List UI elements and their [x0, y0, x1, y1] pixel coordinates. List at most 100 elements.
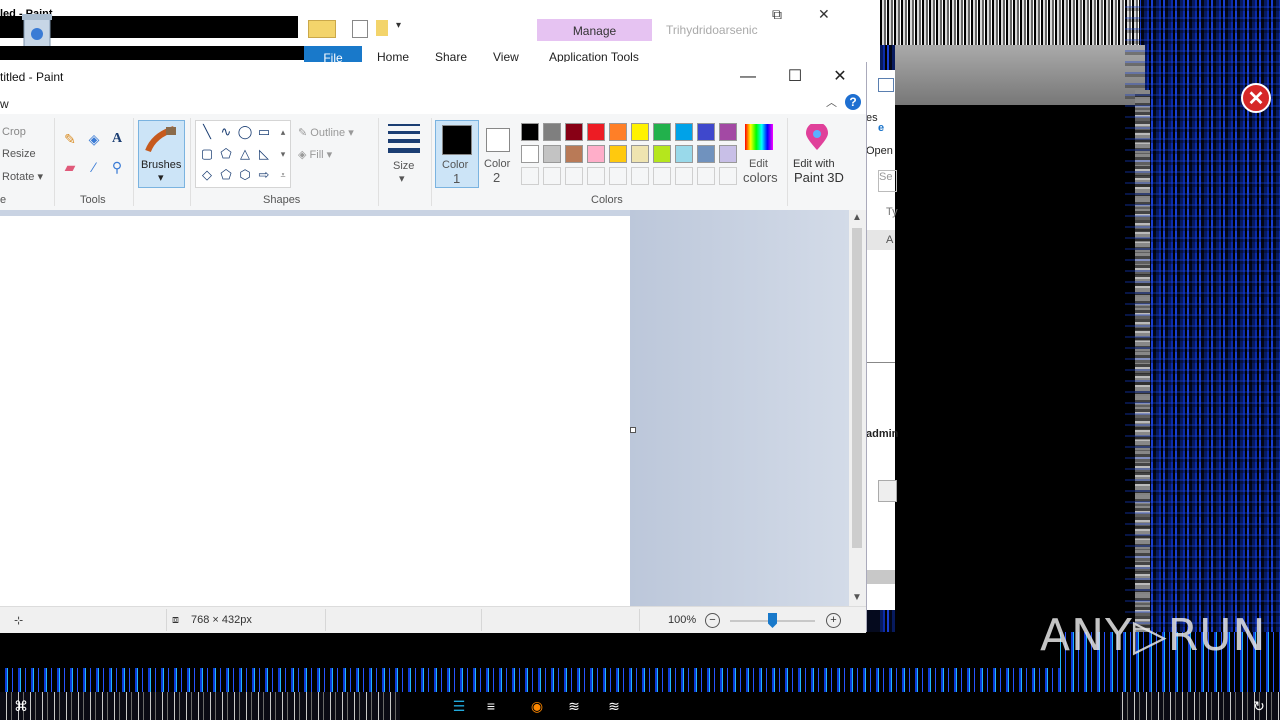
shapes-gallery[interactable]: ╲ ∿ ◯ ▭ ▢ ⬠ △ ◺ ◇ ⬠ ⬡ ⇨ ▴ ▾ ⩡ [195, 120, 291, 188]
scroll-down-arrow-icon[interactable]: ▼ [852, 592, 862, 603]
custom-color-slot[interactable] [719, 167, 737, 185]
custom-color-slot[interactable] [653, 167, 671, 185]
new-folder-icon[interactable] [376, 20, 388, 36]
palette-swatch[interactable] [675, 145, 693, 163]
search-box[interactable]: Se [878, 170, 897, 192]
side-scrollbar[interactable] [866, 570, 895, 584]
eraser-icon[interactable]: ▰ [61, 158, 79, 176]
taskbar-browser-icon[interactable]: ◉ [528, 698, 546, 714]
custom-color-slot[interactable] [609, 167, 627, 185]
properties-icon[interactable] [352, 20, 368, 38]
custom-color-slot[interactable] [521, 167, 539, 185]
palette-swatch[interactable] [653, 123, 671, 141]
hexagon-shape-icon[interactable]: ⬡ [236, 167, 254, 183]
custom-color-slot[interactable] [565, 167, 583, 185]
taskbar-app2-icon[interactable]: ≋ [565, 698, 583, 714]
brushes-button[interactable]: Brushes ▾ [138, 120, 185, 188]
shapes-more-icon[interactable]: ⩡ [274, 167, 292, 183]
curve-shape-icon[interactable]: ∿ [217, 124, 235, 140]
side-button[interactable] [878, 480, 897, 502]
paint-titlebar[interactable]: titled - Paint — ☐ ✕ [0, 62, 866, 92]
magnifier-icon[interactable]: ⚲ [108, 158, 126, 176]
palette-swatch[interactable] [587, 123, 605, 141]
palette-swatch[interactable] [697, 145, 715, 163]
manage-tab[interactable]: Manage [537, 19, 652, 41]
quick-access-dropdown-icon[interactable]: ▾ [396, 20, 406, 36]
rotate-button[interactable]: Rotate ▾ [2, 170, 43, 183]
explorer-close-icon[interactable]: ✕ [818, 6, 830, 23]
palette-swatch[interactable] [543, 145, 561, 163]
palette-swatch[interactable] [697, 123, 715, 141]
triangle-shape-icon[interactable]: △ [236, 146, 254, 162]
palette-swatch[interactable] [631, 145, 649, 163]
resize-button[interactable]: Resize [2, 148, 36, 160]
notification-icon[interactable]: ↻ [1250, 698, 1268, 714]
palette-swatch[interactable] [719, 145, 737, 163]
collapse-ribbon-icon[interactable]: ︿ [826, 94, 837, 110]
fill-button[interactable]: ◈ Fill ▾ [298, 148, 332, 161]
scroll-down-icon[interactable]: ▾ [274, 146, 292, 162]
scroll-up-icon[interactable]: ▴ [274, 124, 292, 140]
edit-with-paint3d-button[interactable]: Edit with Paint 3D [790, 120, 846, 186]
scroll-up-arrow-icon[interactable]: ▲ [852, 212, 862, 223]
palette-swatch[interactable] [631, 123, 649, 141]
palette-swatch[interactable] [543, 123, 561, 141]
resize-handle[interactable] [630, 427, 636, 433]
open-label[interactable]: Open [866, 145, 893, 157]
palette-swatch[interactable] [653, 145, 671, 163]
palette-swatch[interactable] [565, 123, 583, 141]
pentagon-shape-icon[interactable]: ⬠ [217, 167, 235, 183]
scrollbar-thumb[interactable] [852, 228, 862, 548]
line-shape-icon[interactable]: ╲ [198, 124, 216, 140]
text-icon[interactable]: A [108, 130, 126, 148]
zoom-in-icon[interactable]: + [826, 613, 841, 628]
custom-color-slot[interactable] [587, 167, 605, 185]
arrow-shape-icon[interactable]: ⇨ [255, 167, 273, 183]
outline-button[interactable]: ✎ Outline ▾ [298, 126, 354, 139]
explorer-restore-icon[interactable]: ⧉ [772, 6, 782, 23]
rounded-rectangle-shape-icon[interactable]: ▢ [198, 146, 216, 162]
start-icon[interactable]: ⌘ [12, 698, 30, 714]
taskbar-app3-icon[interactable]: ≋ [605, 698, 623, 714]
recycle-bin-icon[interactable] [18, 10, 56, 50]
edge-icon[interactable]: e [878, 122, 884, 134]
custom-color-slot[interactable] [543, 167, 561, 185]
right-triangle-shape-icon[interactable]: ◺ [255, 146, 273, 162]
vertical-scrollbar[interactable]: ▲ ▼ [849, 210, 866, 606]
polygon-shape-icon[interactable]: ⬠ [217, 146, 235, 162]
palette-swatch[interactable] [675, 123, 693, 141]
palette-swatch[interactable] [719, 123, 737, 141]
task-view-icon[interactable]: ☰ [450, 698, 468, 714]
zoom-out-icon[interactable]: − [705, 613, 720, 628]
palette-swatch[interactable] [521, 123, 539, 141]
fill-icon[interactable]: ◈ [85, 130, 103, 148]
ribbon-separator [787, 118, 788, 206]
custom-color-slot[interactable] [697, 167, 715, 185]
error-close-icon[interactable]: ✕ [1241, 83, 1271, 113]
palette-swatch[interactable] [587, 145, 605, 163]
pencil-icon[interactable]: ✎ [61, 130, 79, 148]
tab-view[interactable]: w [0, 97, 9, 111]
taskbar-app-icon[interactable]: ≡ [482, 698, 500, 714]
diamond-shape-icon[interactable]: ◇ [198, 167, 216, 183]
oval-shape-icon[interactable]: ◯ [236, 124, 254, 140]
edit-colors-button[interactable]: Edit colors [741, 120, 781, 186]
palette-swatch[interactable] [609, 145, 627, 163]
palette-swatch[interactable] [609, 123, 627, 141]
custom-color-slot[interactable] [631, 167, 649, 185]
custom-color-slot[interactable] [675, 167, 693, 185]
rectangle-shape-icon[interactable]: ▭ [255, 124, 273, 140]
maximize-icon[interactable]: ☐ [780, 66, 810, 88]
palette-swatch[interactable] [521, 145, 539, 163]
color2-button[interactable]: Color 2 [478, 120, 520, 186]
palette-swatch[interactable] [565, 145, 583, 163]
close-icon[interactable]: ✕ [825, 66, 855, 88]
color-picker-icon[interactable]: ⁄ [85, 158, 103, 176]
crop-button[interactable]: Crop [2, 126, 26, 138]
folder-icon[interactable] [308, 20, 336, 38]
drawing-canvas[interactable] [0, 216, 630, 606]
minimize-icon[interactable]: — [733, 66, 763, 88]
color1-button[interactable]: Color 1 [435, 120, 479, 188]
zoom-slider-thumb[interactable] [768, 613, 777, 628]
help-icon[interactable]: ? [845, 94, 861, 110]
